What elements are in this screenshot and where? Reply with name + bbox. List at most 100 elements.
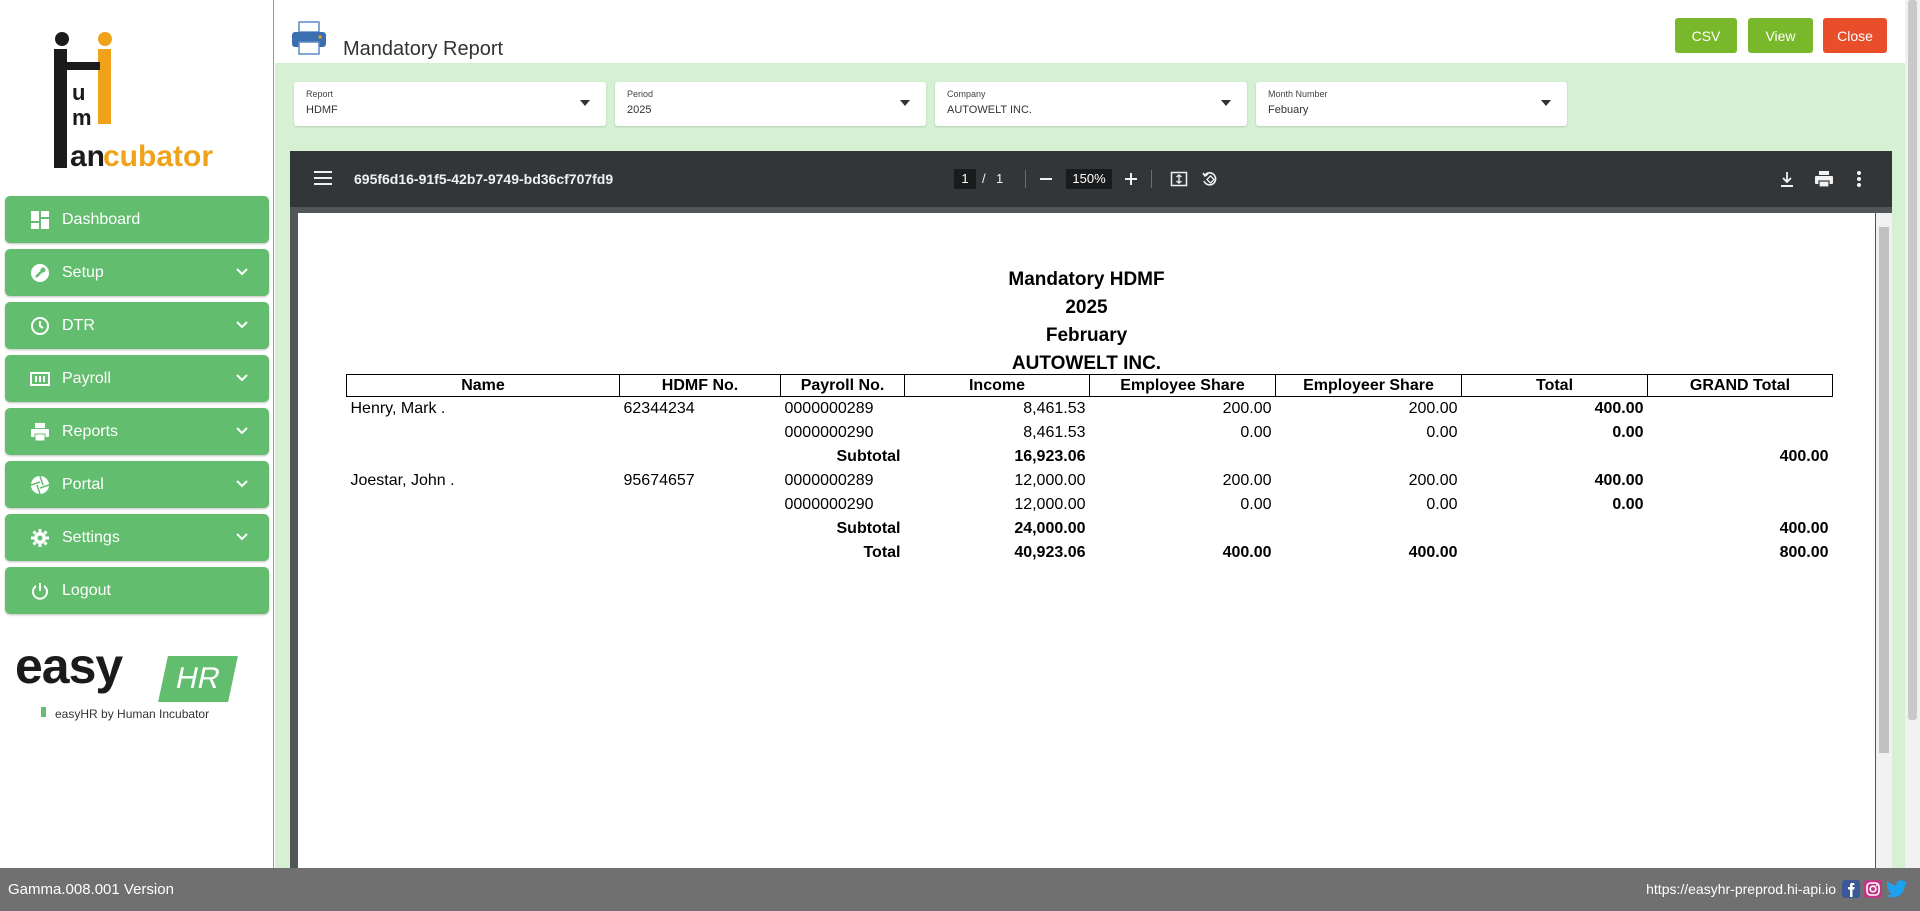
- sidebar-item-settings[interactable]: Settings: [5, 514, 269, 561]
- company-select-label: Company: [947, 89, 986, 99]
- table-row: Henry, Mark . 62344234 0000000289 8,461.…: [347, 397, 1833, 421]
- page-number-input[interactable]: 1: [954, 169, 976, 189]
- column-header: Employeer Share: [1275, 374, 1462, 397]
- sidebar-item-reports[interactable]: Reports: [5, 408, 269, 455]
- page-scrollbar[interactable]: [1905, 0, 1920, 868]
- zoom-out-icon[interactable]: [1039, 172, 1053, 186]
- month-select-value: Febuary: [1268, 104, 1309, 116]
- cell-hdmf-no: 62344234: [623, 399, 695, 417]
- green-marker: [41, 707, 46, 717]
- menu-icon[interactable]: [314, 170, 332, 186]
- subtotal-label: Subtotal: [836, 519, 901, 537]
- sidebar-item-label: Payroll: [62, 369, 111, 387]
- easyhr-logo: easy HR easyHR by Human Incubator: [15, 638, 245, 725]
- company-select-value: AUTOWELT INC.: [947, 104, 1032, 116]
- cell-name: [347, 445, 620, 469]
- period-select[interactable]: Period 2025: [615, 82, 926, 126]
- chevron-down-icon: [236, 268, 248, 276]
- cell-name: Henry, Mark .: [350, 399, 446, 417]
- cell-name: Joestar, John .: [350, 471, 455, 489]
- sidebar-item-dtr[interactable]: DTR: [5, 302, 269, 349]
- cell-employer-share: [1276, 517, 1462, 541]
- report-select[interactable]: Report HDMF: [294, 82, 606, 126]
- cell-grand-total: 400.00: [1779, 447, 1829, 465]
- report-table: Name HDMF No. Payroll No. Income Employe…: [346, 374, 1833, 565]
- view-button[interactable]: View: [1748, 18, 1813, 53]
- sidebar-item-label: Dashboard: [62, 210, 141, 228]
- cell-hdmf-no: [620, 445, 781, 469]
- csv-button[interactable]: CSV: [1675, 18, 1737, 53]
- zoom-level-input[interactable]: 150%: [1066, 169, 1112, 189]
- close-button[interactable]: Close: [1823, 18, 1887, 53]
- cell-income: 16,923.06: [1014, 447, 1086, 465]
- page-scrollbar-thumb[interactable]: [1908, 0, 1917, 720]
- twitter-icon[interactable]: [1886, 879, 1908, 899]
- cell-employer-share: 200.00: [1408, 399, 1458, 417]
- cell-income: 8,461.53: [1023, 423, 1086, 441]
- easyhr-word: easy: [15, 638, 123, 694]
- sidebar-item-setup[interactable]: Setup: [5, 249, 269, 296]
- report-title: Mandatory HDMF: [1008, 269, 1165, 290]
- subtotal-row: Subtotal 24,000.00 400.00: [347, 517, 1833, 541]
- cell-employee-share: 400.00: [1222, 543, 1272, 561]
- report-month: February: [1045, 325, 1128, 346]
- aperture-icon: [29, 474, 51, 496]
- period-select-label: Period: [627, 89, 654, 99]
- cell-income: 12,000.00: [1014, 471, 1086, 489]
- sidebar-item-label: Logout: [62, 581, 111, 599]
- footer: Gamma.008.001 Version https://easyhr-pre…: [0, 868, 1920, 911]
- pdf-scrollbar-thumb[interactable]: [1879, 227, 1889, 753]
- cell-name: [347, 517, 620, 541]
- zoom-in-icon[interactable]: [1124, 172, 1138, 186]
- sidebar-item-dashboard[interactable]: Dashboard: [5, 196, 269, 243]
- chevron-down-icon: [236, 321, 248, 329]
- cell-employer-share: [1276, 445, 1462, 469]
- cell-employee-share: [1090, 517, 1276, 541]
- subtotal-row: Subtotal 16,923.06 400.00: [347, 445, 1833, 469]
- sidebar-item-label: Settings: [62, 528, 120, 546]
- money-icon: [29, 368, 51, 390]
- sidebar-item-portal[interactable]: Portal: [5, 461, 269, 508]
- cell-income: 24,000.00: [1014, 519, 1086, 537]
- dashboard-icon: [29, 209, 51, 231]
- svg-text:u: u: [72, 80, 85, 105]
- month-select-label: Month Number: [1268, 89, 1328, 99]
- download-icon[interactable]: [1779, 170, 1795, 188]
- report-select-value: HDMF: [306, 104, 338, 116]
- wrench-icon: [29, 262, 51, 284]
- cell-payroll-no: 0000000289: [784, 471, 874, 489]
- toolbar-divider: [1025, 170, 1026, 188]
- report-select-label: Report: [306, 89, 334, 99]
- period-select-value: 2025: [627, 104, 652, 116]
- rotate-icon[interactable]: [1201, 170, 1219, 188]
- cell-grand-total: 800.00: [1779, 543, 1829, 561]
- sidebar-item-logout[interactable]: Logout: [5, 567, 269, 614]
- cell-total: 0.00: [1612, 423, 1644, 441]
- pdf-page: Mandatory HDMF 2025 February AUTOWELT IN…: [298, 213, 1875, 868]
- sidebar-item-label: DTR: [62, 316, 95, 334]
- company-select[interactable]: Company AUTOWELT INC.: [935, 82, 1247, 126]
- svg-text:an: an: [70, 140, 105, 172]
- cell-payroll-no: 0000000290: [784, 495, 874, 513]
- page-separator: /: [982, 171, 986, 186]
- version-label: Gamma.008.001 Version: [8, 881, 174, 898]
- cell-total: 400.00: [1594, 471, 1644, 489]
- toolbar-divider: [1151, 170, 1152, 188]
- instagram-icon[interactable]: [1864, 880, 1882, 898]
- pdf-scrollbar[interactable]: [1876, 213, 1892, 868]
- chevron-down-icon: [236, 427, 248, 435]
- sidebar-item-label: Reports: [62, 422, 119, 440]
- month-select[interactable]: Month Number Febuary: [1256, 82, 1567, 126]
- chevron-down-icon: [236, 533, 248, 541]
- cell-employer-share: 0.00: [1426, 495, 1458, 513]
- sidebar: u m an cubator Dashboard Setup DTR Payro…: [0, 0, 274, 868]
- fit-to-page-icon[interactable]: [1170, 170, 1188, 188]
- site-url-link[interactable]: https://easyhr-preprod.hi-api.io: [1646, 881, 1836, 897]
- cell-income: 8,461.53: [1023, 399, 1086, 417]
- more-options-icon[interactable]: [1856, 170, 1862, 188]
- easyhr-tagline: easyHR by Human Incubator: [55, 707, 210, 721]
- sidebar-item-payroll[interactable]: Payroll: [5, 355, 269, 402]
- print-icon[interactable]: [1814, 169, 1834, 189]
- facebook-icon[interactable]: [1842, 880, 1860, 898]
- cell-employee-share: 0.00: [1240, 423, 1272, 441]
